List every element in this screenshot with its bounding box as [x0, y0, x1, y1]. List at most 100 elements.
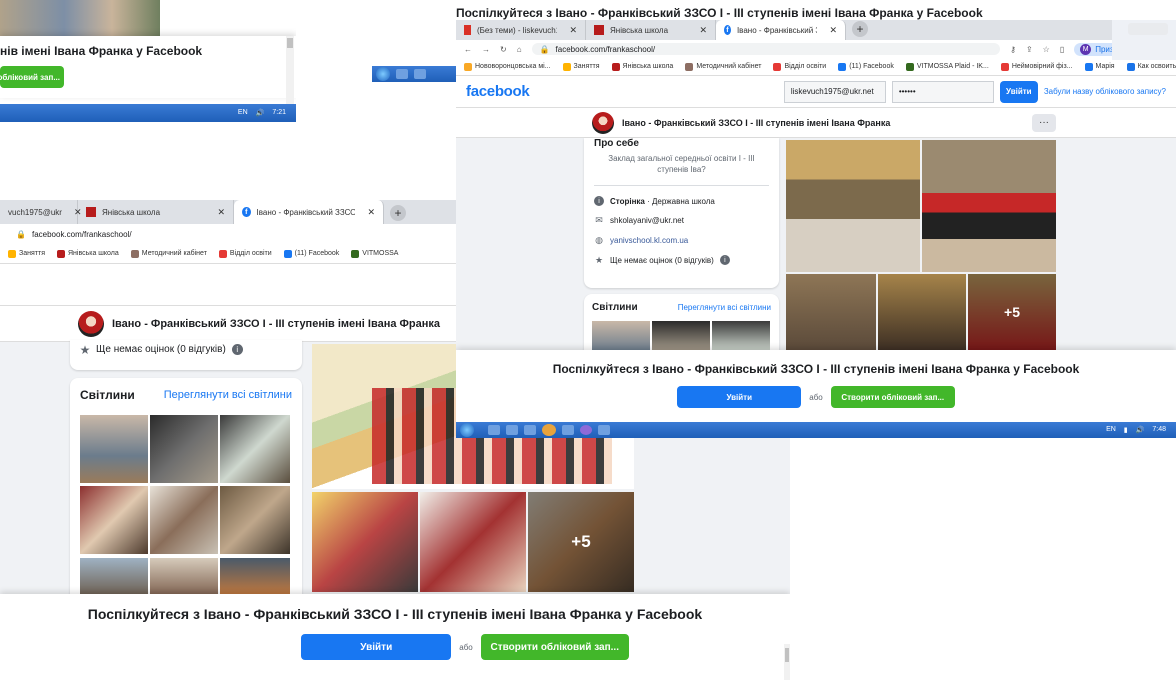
- photo-thumbnail[interactable]: [712, 321, 770, 351]
- forward-icon[interactable]: →: [482, 45, 490, 54]
- browser-tab-active[interactable]: f Івано - Франківський ЗЗСО І - ІІ✕: [234, 200, 384, 224]
- language-indicator[interactable]: EN: [238, 109, 248, 117]
- scrollbar[interactable]: [286, 36, 294, 104]
- post-photo-more[interactable]: +5: [528, 492, 634, 592]
- bookmark-item[interactable]: VITMOSSA Plaid - IK...: [905, 62, 989, 71]
- header-login-button[interactable]: Увійти: [999, 80, 1038, 103]
- see-all-photos-link[interactable]: Переглянути всі світлини: [164, 389, 292, 401]
- start-button[interactable]: [460, 423, 474, 437]
- bookmark-item[interactable]: Янівська школа: [56, 249, 119, 258]
- photo-thumbnail[interactable]: [80, 558, 148, 598]
- taskbar-app[interactable]: [506, 425, 518, 435]
- see-all-photos-link[interactable]: Переглянути всі світлини: [678, 303, 771, 312]
- post-photo[interactable]: [786, 274, 876, 350]
- login-button[interactable]: Увійти: [301, 634, 452, 660]
- viber-taskbar-icon[interactable]: [580, 425, 592, 435]
- bookmark-item[interactable]: Марія: [1084, 62, 1115, 71]
- bookmark-item[interactable]: Методичний кабінет: [130, 249, 207, 258]
- email-input[interactable]: liskevuch1975@ukr.net: [783, 80, 886, 103]
- taskbar-app[interactable]: [396, 69, 408, 79]
- photo-thumbnail[interactable]: [150, 415, 218, 483]
- page-name[interactable]: Івано - Франківський ЗЗСО І - ІІІ ступен…: [622, 118, 890, 128]
- more-photos-count[interactable]: +5: [968, 274, 1056, 350]
- volume-icon[interactable]: 🔊: [256, 109, 265, 117]
- home-icon[interactable]: ⌂: [517, 45, 522, 54]
- close-icon[interactable]: ✕: [367, 207, 375, 218]
- taskbar-app[interactable]: [562, 425, 574, 435]
- post-photo[interactable]: [786, 140, 920, 272]
- browser-tab[interactable]: Янівська школа ✕: [78, 200, 234, 224]
- taskbar-app[interactable]: [414, 69, 426, 79]
- bookmark-item[interactable]: Неймовірний фіз...: [1000, 62, 1073, 71]
- photo-thumbnail[interactable]: [80, 486, 148, 554]
- bookmark-item[interactable]: Відділ освіти: [218, 249, 272, 258]
- post-photo[interactable]: [922, 140, 1056, 272]
- back-icon[interactable]: ←: [464, 45, 472, 54]
- clock[interactable]: 7:21: [272, 109, 286, 117]
- create-account-button[interactable]: Створити обліковий зап...: [830, 386, 955, 408]
- forgot-account-link[interactable]: Забули назву облікового запису?: [1044, 87, 1166, 96]
- sidebar-icon[interactable]: ▯: [1060, 45, 1064, 54]
- post-photo[interactable]: [878, 274, 966, 350]
- network-icon[interactable]: ▮: [1124, 426, 1128, 434]
- more-options-button[interactable]: ···: [1032, 113, 1056, 132]
- page-name[interactable]: Івано - Франківський ЗЗСО І - ІІІ ступен…: [112, 318, 440, 330]
- bookmark-item[interactable]: Как освоить 6 про...: [1126, 62, 1176, 71]
- taskbar-app[interactable]: [488, 425, 500, 435]
- photo-thumbnail[interactable]: [592, 321, 650, 351]
- page-avatar[interactable]: [78, 310, 104, 337]
- close-icon[interactable]: ✕: [569, 25, 577, 36]
- bookmark-item[interactable]: Заняття: [8, 249, 45, 258]
- info-icon[interactable]: i: [231, 344, 243, 355]
- new-tab-button[interactable]: +: [852, 21, 868, 37]
- info-icon[interactable]: i: [719, 255, 730, 266]
- share-icon[interactable]: ⇪: [1026, 45, 1033, 54]
- url-field[interactable]: 🔒 facebook.com/frankaschool/: [531, 42, 1001, 56]
- photo-thumbnail[interactable]: [652, 321, 710, 351]
- create-account-button[interactable]: Створити обліковий зап...: [0, 66, 64, 88]
- browser-tab[interactable]: vuch1975@ukr ✕: [0, 200, 81, 224]
- chrome-taskbar-icon[interactable]: [542, 424, 556, 436]
- photo-thumbnail[interactable]: [220, 486, 290, 554]
- browser-tab-active[interactable]: f Івано - Франківський ЗЗСО І - ІІ✕: [716, 20, 846, 40]
- bookmark-item[interactable]: (11) Facebook: [283, 249, 339, 258]
- password-input[interactable]: ••••••: [891, 80, 994, 103]
- bookmark-item[interactable]: (11) Facebook: [838, 62, 894, 71]
- bookmark-item[interactable]: Нововоронцовська мі...: [464, 62, 551, 71]
- photo-thumbnail[interactable]: [150, 486, 218, 554]
- taskbar-app[interactable]: [598, 425, 610, 435]
- login-button[interactable]: Увійти: [677, 386, 802, 408]
- post-photo[interactable]: [420, 492, 526, 592]
- new-tab-button[interactable]: +: [390, 205, 406, 221]
- start-button[interactable]: [376, 67, 390, 81]
- star-icon[interactable]: ☆: [1043, 45, 1050, 54]
- clock[interactable]: 7:48: [1152, 426, 1166, 434]
- post-photo-more[interactable]: +5: [968, 274, 1056, 350]
- browser-tab[interactable]: Янівська школа ✕: [586, 20, 716, 40]
- bookmark-item[interactable]: Заняття: [562, 62, 600, 71]
- close-icon[interactable]: ✕: [829, 25, 837, 36]
- page-avatar[interactable]: [592, 111, 614, 134]
- bookmark-item[interactable]: Методичний кабінет: [685, 62, 761, 71]
- window-buttons[interactable]: [1128, 23, 1168, 35]
- photo-thumbnail[interactable]: [80, 415, 148, 483]
- volume-icon[interactable]: 🔊: [1136, 426, 1145, 434]
- create-account-button[interactable]: Створити обліковий зап...: [480, 634, 629, 660]
- close-icon[interactable]: ✕: [217, 207, 225, 218]
- taskbar-app[interactable]: [524, 425, 536, 435]
- facebook-logo[interactable]: facebook: [466, 83, 530, 100]
- reload-icon[interactable]: ↻: [500, 45, 507, 54]
- photo-thumbnail[interactable]: [220, 558, 290, 598]
- bookmark-item[interactable]: Відділ освіти: [773, 62, 826, 71]
- close-icon[interactable]: ✕: [699, 25, 707, 36]
- post-photo[interactable]: [312, 492, 418, 592]
- photo-thumbnail[interactable]: [220, 415, 290, 483]
- more-photos-count[interactable]: +5: [528, 492, 634, 592]
- scrollbar[interactable]: [784, 644, 790, 680]
- key-icon[interactable]: ⚷: [1010, 45, 1016, 54]
- language-indicator[interactable]: EN: [1106, 426, 1116, 434]
- photo-thumbnail[interactable]: [150, 558, 218, 598]
- bookmark-item[interactable]: VITMOSSA: [351, 249, 398, 258]
- browser-tab[interactable]: (Без теми) - liskevuch1975@ukr✕: [456, 20, 586, 40]
- bookmark-item[interactable]: Янівська школа: [611, 62, 673, 71]
